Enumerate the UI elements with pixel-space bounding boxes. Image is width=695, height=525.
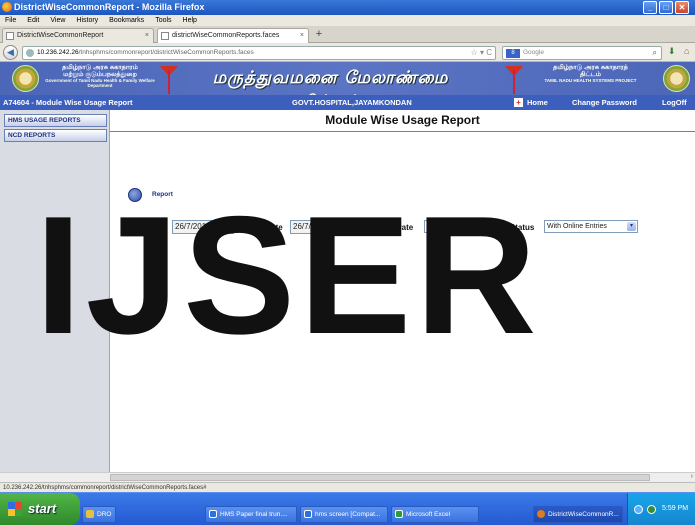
menu-view[interactable]: View <box>50 17 65 24</box>
site-identity-icon[interactable] <box>26 49 34 57</box>
logoff-link[interactable]: LogOff <box>662 95 687 110</box>
search-box[interactable]: 8 Google ⌕ <box>502 46 662 60</box>
antivirus-icon[interactable] <box>647 505 656 514</box>
scroll-right-icon[interactable]: › <box>691 473 693 480</box>
folder-icon <box>86 510 94 518</box>
url-controls[interactable]: ☆ ▾ C <box>471 47 492 59</box>
tab-strip: DistrictWiseCommonReport × districtWiseC… <box>0 26 695 43</box>
banner-title: மருத்துவமனை மேலாண்மை திட்டம் <box>212 68 449 112</box>
tab-districtwise-report[interactable]: DistrictWiseCommonReport × <box>2 28 154 43</box>
change-password-link[interactable]: Change Password <box>572 95 637 110</box>
page-icon <box>161 32 169 40</box>
word-icon <box>209 510 217 518</box>
menu-bookmarks[interactable]: Bookmarks <box>109 17 144 24</box>
taskbar-item-label: Microsoft Excel <box>406 511 451 518</box>
tn-emblem-left-icon <box>12 65 39 92</box>
tab-label: districtWiseCommonReports.faces <box>172 32 280 39</box>
caduceus-right-icon <box>505 64 523 94</box>
windows-logo-icon <box>8 502 22 516</box>
back-button[interactable]: ◀ <box>3 45 18 60</box>
horizontal-scrollbar[interactable]: › <box>0 472 695 482</box>
report-link[interactable]: Report <box>152 191 173 198</box>
download-icon[interactable]: ⬇ <box>668 46 678 60</box>
search-icon[interactable]: ⌕ <box>653 47 657 59</box>
dept-left-sub: Government of Tamil Nadu Health & Family… <box>45 78 155 88</box>
taskbar-item-label: DRO <box>97 511 112 518</box>
sidebar-item-ncd-reports[interactable]: NCD REPORTS <box>4 129 107 142</box>
menu-edit[interactable]: Edit <box>27 17 39 24</box>
close-tab-icon[interactable]: × <box>300 29 304 43</box>
close-window-button[interactable]: ✕ <box>675 1 689 14</box>
start-label: start <box>28 501 57 516</box>
watermark: IJSER <box>35 200 541 350</box>
search-placeholder: Google <box>523 49 544 56</box>
tab-districtwise-faces[interactable]: districtWiseCommonReports.faces × <box>157 28 309 43</box>
dept-right-line2: திட்டம் <box>580 71 601 78</box>
network-icon[interactable] <box>634 505 643 514</box>
new-tab-button[interactable]: + <box>312 29 326 41</box>
taskbar-item-firefox[interactable]: DistrictWiseCommonR... <box>533 506 623 523</box>
window-title: DistrictWiseCommonReport - Mozilla Firef… <box>14 2 205 12</box>
menu-help[interactable]: Help <box>183 17 197 24</box>
close-tab-icon[interactable]: × <box>145 29 149 43</box>
user-info-strip: A74604 - Module Wise Usage Report GOVT.H… <box>0 95 695 110</box>
department-name-left: தமிழ்நாடு அரசு சுகாதாரம் மற்றும் குடும்ப… <box>45 64 155 92</box>
firefox-icon <box>2 2 12 12</box>
caduceus-left-icon <box>160 64 178 94</box>
status-bar: 10.236.242.26/tnhsphms/commonreport/dist… <box>0 482 695 492</box>
taskbar-item-hms-paper[interactable]: HMS Paper final trun.... <box>205 506 297 523</box>
dept-right-sub: TAMIL NADU HEALTH SYSTEMS PROJECT <box>544 78 637 83</box>
word-icon <box>304 510 312 518</box>
dept-right-line1: தமிழ்நாடு அரசு சுகாதாரத் <box>553 64 628 71</box>
taskbar-item-label: HMS Paper final trun.... <box>220 511 288 518</box>
home-link-icon[interactable]: + <box>513 97 524 108</box>
dept-left-line1: தமிழ்நாடு அரசு சுகாதாரம் <box>62 64 138 71</box>
start-button[interactable]: start <box>0 493 80 525</box>
minimize-button[interactable]: _ <box>643 1 657 14</box>
taskbar-item-excel[interactable]: Microsoft Excel <box>391 506 479 523</box>
department-name-right: தமிழ்நாடு அரசு சுகாதாரத் திட்டம் TAMIL N… <box>528 64 653 92</box>
url-host: 10.236.242.26 <box>37 49 79 56</box>
url-bar[interactable]: 10.236.242.26/tnhsphms/commonreport/dist… <box>22 46 496 60</box>
url-path: /tnhsphms/commonreport/districtWiseCommo… <box>78 49 254 56</box>
scrollbar-thumb[interactable] <box>110 474 650 481</box>
menu-file[interactable]: File <box>5 17 16 24</box>
firefox-icon <box>537 510 545 518</box>
dept-left-line2: மற்றும் குடும்பநலத்துறை <box>63 71 137 78</box>
taskbar-item-hms-screen[interactable]: hms screen [Compat... <box>300 506 388 523</box>
taskbar-item-label: DistrictWiseCommonR... <box>548 511 619 518</box>
report-breadcrumb: A74604 - Module Wise Usage Report <box>3 98 133 107</box>
excel-icon <box>395 510 403 518</box>
tn-emblem-right-icon <box>663 65 690 92</box>
google-icon[interactable]: 8 <box>506 49 520 58</box>
tab-label: DistrictWiseCommonReport <box>17 32 104 39</box>
window-title-bar: DistrictWiseCommonReport - Mozilla Firef… <box>0 0 695 15</box>
taskbar-item-dro[interactable]: DRO <box>82 506 116 523</box>
home-icon[interactable]: ⌂ <box>684 46 694 60</box>
taskbar-item-label: hms screen [Compat... <box>315 511 381 518</box>
clock[interactable]: 5:59 PM <box>662 505 688 512</box>
sidebar-item-hms-usage-reports[interactable]: HMS USAGE REPORTS <box>4 114 107 127</box>
page-title: Module Wise Usage Report <box>325 113 480 127</box>
hospital-name: GOVT.HOSPITAL,JAYAMKONDAN <box>292 98 412 107</box>
menu-bar: File Edit View History Bookmarks Tools Help <box>0 15 695 26</box>
menu-tools[interactable]: Tools <box>155 17 171 24</box>
maximize-button[interactable]: □ <box>659 1 673 14</box>
page-icon <box>6 32 14 40</box>
menu-history[interactable]: History <box>76 17 98 24</box>
home-link[interactable]: Home <box>527 95 548 110</box>
